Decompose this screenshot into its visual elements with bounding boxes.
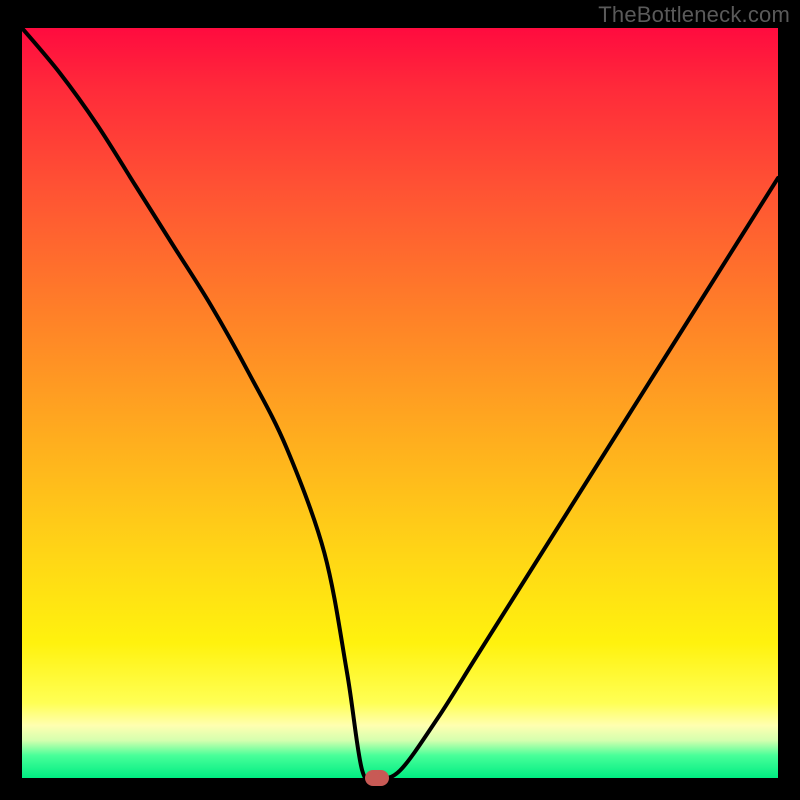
watermark-text: TheBottleneck.com: [598, 2, 790, 28]
plot-area: [22, 28, 778, 778]
curve-svg: [22, 28, 778, 778]
chart-frame: TheBottleneck.com: [0, 0, 800, 800]
minimum-marker: [365, 770, 389, 786]
bottleneck-curve: [22, 28, 778, 778]
